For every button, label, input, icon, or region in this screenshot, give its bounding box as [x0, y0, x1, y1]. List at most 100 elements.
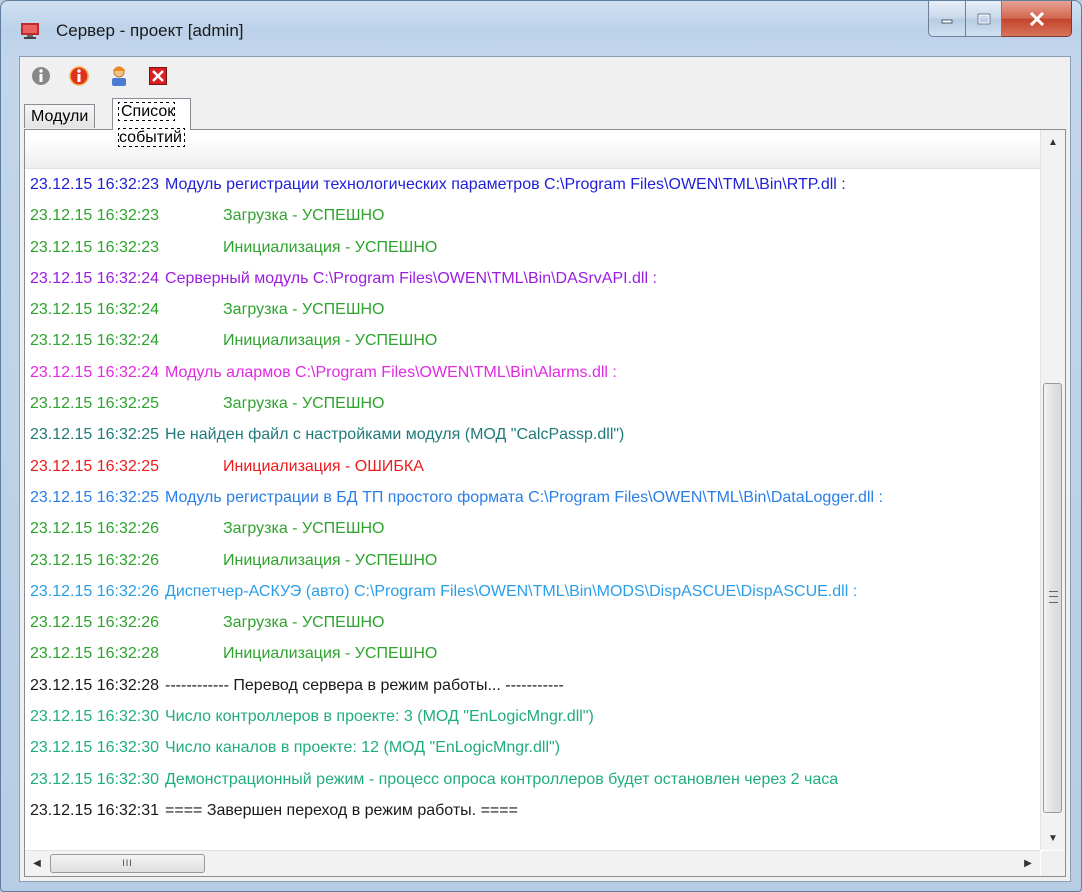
log-message: Инициализация - УСПЕШНО	[223, 238, 438, 256]
log-row[interactable]: 23.12.15 16:32:23 Загрузка - УСПЕШНО	[25, 200, 1040, 231]
log-row[interactable]: 23.12.15 16:32:26 Загрузка - УСПЕШНО	[25, 607, 1040, 638]
scroll-right-button[interactable]: ▶	[1016, 851, 1040, 875]
log-row[interactable]: 23.12.15 16:32:26 Инициализация - УСПЕШНО	[25, 545, 1040, 576]
log-row[interactable]: 23.12.15 16:32:23 Модуль регистрации техн…	[25, 169, 1040, 200]
chevron-left-icon: ◀	[33, 857, 41, 869]
log-timestamp: 23.12.15 16:32:25	[30, 426, 160, 444]
log-row[interactable]: 23.12.15 16:32:25 Инициализация - ОШИБКА	[25, 451, 1040, 482]
chevron-right-icon: ▶	[1024, 857, 1032, 869]
log-row[interactable]: 23.12.15 16:32:31 ==== Завершен переход в…	[25, 795, 1040, 826]
toolbar	[20, 57, 1070, 95]
log-timestamp: 23.12.15 16:32:26	[30, 520, 160, 538]
scroll-down-button[interactable]: ▼	[1041, 826, 1065, 850]
tab-modules[interactable]: Модули	[24, 104, 96, 128]
log-row[interactable]: 23.12.15 16:32:24 Серверный модуль C:\Pro…	[25, 263, 1040, 294]
vertical-scroll-thumb[interactable]	[1043, 383, 1062, 813]
log-timestamp: 23.12.15 16:32:25	[30, 488, 160, 506]
log-timestamp: 23.12.15 16:32:23	[30, 238, 160, 256]
log-timestamp: 23.12.15 16:32:30	[30, 739, 160, 757]
log-row[interactable]: 23.12.15 16:32:28 ------------ Перевод се…	[25, 670, 1040, 701]
horizontal-scroll-thumb[interactable]: III	[50, 854, 205, 873]
horizontal-scrollbar[interactable]: ◀ III ▶	[25, 850, 1040, 876]
log-message: Серверный модуль C:\Program Files\OWEN\T…	[165, 269, 657, 287]
close-button[interactable]	[1002, 1, 1072, 37]
event-list-panel: 23.12.15 16:32:23 Модуль регистрации техн…	[24, 129, 1066, 877]
log-message: Загрузка - УСПЕШНО	[223, 614, 385, 632]
event-log[interactable]: 23.12.15 16:32:23 Модуль регистрации техн…	[25, 130, 1040, 850]
maximize-button[interactable]	[966, 1, 1002, 37]
server-window: Сервер - проект [admin] Модули Список со…	[0, 0, 1082, 892]
scroll-corner	[1041, 851, 1065, 876]
log-timestamp: 23.12.15 16:32:24	[30, 269, 160, 287]
title-bar[interactable]: Сервер - проект [admin]	[1, 1, 1081, 53]
minimize-icon	[941, 19, 953, 23]
close-red-icon	[149, 67, 167, 85]
log-message: ------------ Перевод сервера в режим раб…	[165, 676, 564, 694]
log-timestamp: 23.12.15 16:32:24	[30, 363, 160, 381]
caption-buttons	[928, 1, 1072, 37]
log-message: Число каналов в проекте: 12 (МОД "EnLogi…	[165, 739, 561, 757]
log-message: Загрузка - УСПЕШНО	[223, 395, 385, 413]
app-icon	[21, 23, 39, 39]
info-gray-icon	[32, 67, 50, 85]
log-message: Не найден файл с настройками модуля (МОД…	[165, 426, 625, 444]
user-icon	[112, 66, 126, 86]
close-icon	[1029, 11, 1044, 26]
log-timestamp: 23.12.15 16:32:26	[30, 551, 160, 569]
log-message: Загрузка - УСПЕШНО	[223, 207, 385, 225]
log-row[interactable]: 23.12.15 16:32:24 Загрузка - УСПЕШНО	[25, 294, 1040, 325]
info-button[interactable]	[29, 64, 53, 88]
tab-modules-label: Модули	[31, 108, 89, 125]
log-row[interactable]: 23.12.15 16:32:26 Загрузка - УСПЕШНО	[25, 513, 1040, 544]
error-info-button[interactable]	[67, 64, 91, 88]
log-timestamp: 23.12.15 16:32:26	[30, 582, 160, 600]
client-area: Модули Список событий 23.12.15 16:32:23 М…	[19, 56, 1071, 882]
close-project-button[interactable]	[146, 64, 170, 88]
log-row[interactable]: 23.12.15 16:32:25 Модуль регистрации в БД…	[25, 482, 1040, 513]
log-row[interactable]: 23.12.15 16:32:30 Число каналов в проекте…	[25, 732, 1040, 763]
scroll-left-button[interactable]: ◀	[25, 851, 49, 875]
log-timestamp: 23.12.15 16:32:24	[30, 301, 160, 319]
log-message: Демонстрационный режим - процесс опроса …	[165, 770, 839, 788]
grip-icon	[1049, 591, 1058, 603]
maximize-icon	[977, 13, 990, 24]
log-timestamp: 23.12.15 16:32:28	[30, 676, 160, 694]
log-row[interactable]: 23.12.15 16:32:24 Модуль алармов C:\Progr…	[25, 357, 1040, 388]
chevron-up-icon: ▲	[1048, 136, 1058, 148]
scroll-up-button[interactable]: ▲	[1041, 130, 1065, 154]
log-row[interactable]: 23.12.15 16:32:25 Не найден файл с настро…	[25, 419, 1040, 450]
log-row[interactable]: 23.12.15 16:32:24 Инициализация - УСПЕШНО	[25, 325, 1040, 356]
log-timestamp: 23.12.15 16:32:30	[30, 708, 160, 726]
log-message: Загрузка - УСПЕШНО	[223, 301, 385, 319]
log-message: Модуль алармов C:\Program Files\OWEN\TML…	[165, 363, 617, 381]
log-timestamp: 23.12.15 16:32:25	[30, 395, 160, 413]
vertical-scrollbar[interactable]: ▲ ▼	[1040, 130, 1065, 850]
log-message: Число контроллеров в проекте: 3 (МОД "En…	[165, 708, 594, 726]
log-row[interactable]: 23.12.15 16:32:30 Число контроллеров в пр…	[25, 701, 1040, 732]
log-timestamp: 23.12.15 16:32:23	[30, 207, 160, 225]
log-row[interactable]: 23.12.15 16:32:23 Инициализация - УСПЕШНО	[25, 232, 1040, 263]
log-timestamp: 23.12.15 16:32:24	[30, 332, 160, 350]
chevron-down-icon: ▼	[1048, 832, 1058, 844]
log-timestamp: 23.12.15 16:32:23	[30, 176, 160, 193]
info-red-icon	[69, 66, 89, 86]
log-timestamp: 23.12.15 16:32:31	[30, 801, 160, 819]
log-message: Модуль регистрации технологических парам…	[165, 176, 846, 193]
log-list: 23.12.15 16:32:23 Модуль регистрации техн…	[25, 169, 1040, 826]
log-row[interactable]: 23.12.15 16:32:30 Демонстрационный режим …	[25, 764, 1040, 795]
tab-event-list-label: Список событий	[118, 102, 185, 147]
log-message: ==== Завершен переход в режим работы. ==…	[165, 801, 518, 819]
log-message: Инициализация - УСПЕШНО	[223, 551, 438, 569]
log-row[interactable]: 23.12.15 16:32:26 Диспетчер-АСКУЭ (авто) …	[25, 576, 1040, 607]
log-message: Инициализация - ОШИБКА	[223, 457, 424, 475]
log-timestamp: 23.12.15 16:32:26	[30, 614, 160, 632]
tab-event-list[interactable]: Список событий	[112, 98, 191, 147]
log-message: Инициализация - УСПЕШНО	[223, 332, 438, 350]
log-timestamp: 23.12.15 16:32:30	[30, 770, 160, 788]
log-row[interactable]: 23.12.15 16:32:28 Инициализация - УСПЕШНО	[25, 638, 1040, 669]
log-row[interactable]: 23.12.15 16:32:25 Загрузка - УСПЕШНО	[25, 388, 1040, 419]
log-timestamp: 23.12.15 16:32:28	[30, 645, 160, 663]
window-title: Сервер - проект [admin]	[56, 21, 244, 40]
minimize-button[interactable]	[928, 1, 966, 37]
user-button[interactable]	[107, 64, 131, 88]
